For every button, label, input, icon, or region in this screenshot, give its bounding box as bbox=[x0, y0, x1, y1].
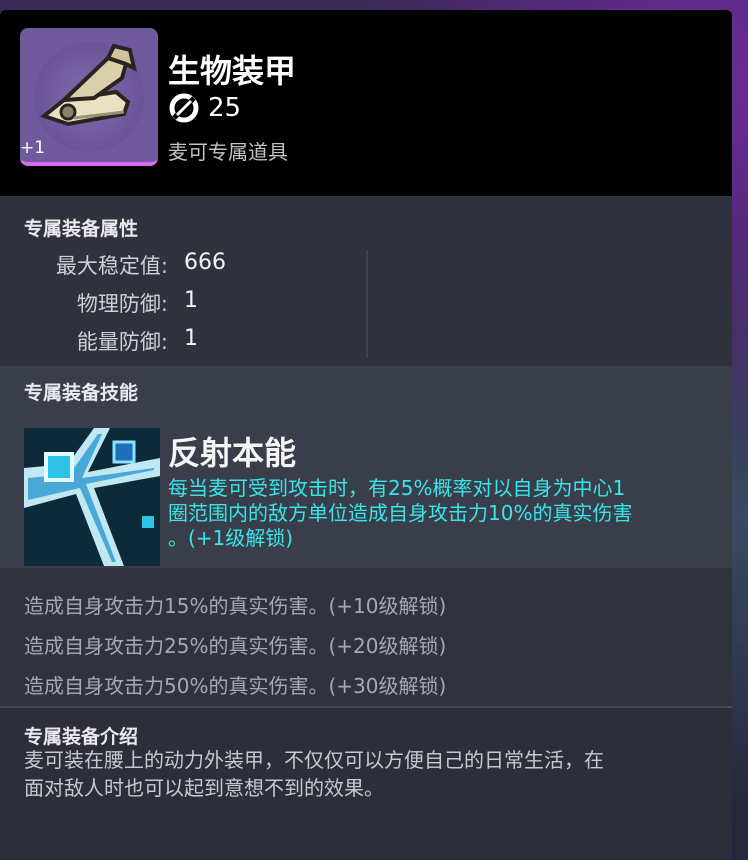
skill-name: 反射本能 bbox=[168, 434, 297, 472]
item-header: +1 生物装甲 25 麦可专属道具 bbox=[0, 10, 732, 196]
item-title: 生物装甲 bbox=[168, 52, 297, 90]
item-level-badge: +1 bbox=[20, 138, 46, 158]
stat-value-energy-defense: 1 bbox=[184, 326, 198, 351]
stat-label-physical-defense: 物理防御: bbox=[76, 292, 168, 316]
skill-description: 每当麦可受到攻击时，有25%概率对以自身为中心1 圈范围内的敌方单位造成自身攻击… bbox=[168, 476, 633, 550]
upgrade-line-20: 造成自身攻击力25%的真实伤害。(+20级解锁) bbox=[24, 634, 447, 658]
cost-value: 25 bbox=[208, 93, 242, 123]
mechanical-arm-icon bbox=[39, 43, 137, 127]
reflex-instinct-skill-icon bbox=[24, 428, 160, 566]
item-subtitle: 麦可专属道具 bbox=[168, 140, 288, 164]
skill-section-title: 专属装备技能 bbox=[24, 382, 139, 404]
attributes-title: 专属装备属性 bbox=[24, 218, 139, 240]
upgrade-line-30: 造成自身攻击力50%的真实伤害。(+30级解锁) bbox=[24, 674, 447, 698]
stat-value-physical-defense: 1 bbox=[184, 288, 198, 313]
intro-divider bbox=[0, 706, 732, 708]
energy-ring-icon bbox=[169, 93, 199, 123]
intro-text: 麦可装在腰上的动力外装甲，不仅仅可以方便自己的日常生活，在 面对敌人时也可以起到… bbox=[24, 748, 604, 800]
column-divider bbox=[366, 250, 368, 358]
stat-label-energy-defense: 能量防御: bbox=[76, 330, 168, 354]
stat-label-max-stability: 最大稳定值: bbox=[55, 254, 168, 278]
intro-title: 专属装备介绍 bbox=[24, 726, 139, 748]
upgrade-line-10: 造成自身攻击力15%的真实伤害。(+10级解锁) bbox=[24, 594, 447, 618]
item-detail-panel: +1 生物装甲 25 麦可专属道具 专属装备属性 最大稳定值: 666 物理防御… bbox=[0, 10, 732, 860]
item-cost: 25 bbox=[168, 92, 241, 124]
stat-value-max-stability: 666 bbox=[184, 250, 226, 275]
